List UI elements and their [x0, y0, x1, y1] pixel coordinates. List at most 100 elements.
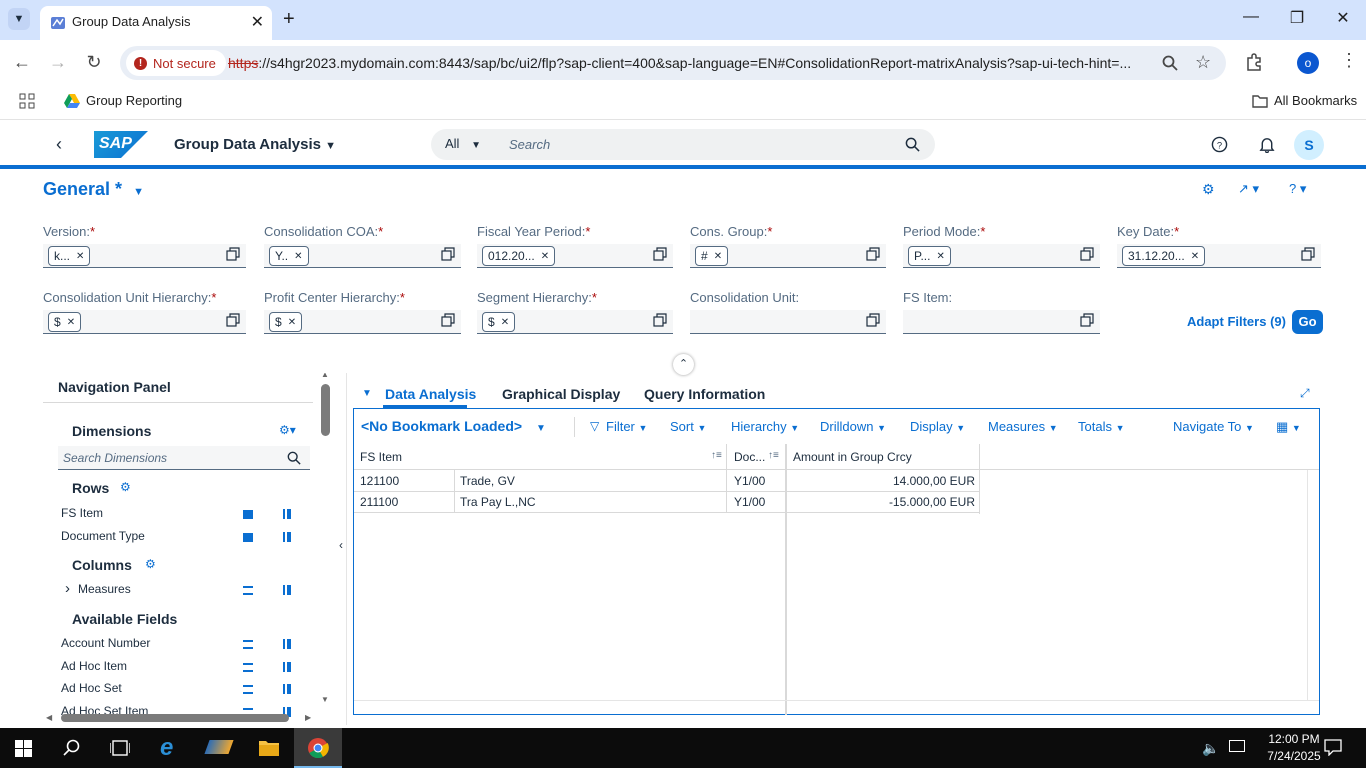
- drilldown-menu[interactable]: Drilldown ▼: [820, 419, 886, 434]
- filter-input[interactable]: [690, 310, 886, 334]
- filter-input[interactable]: $ ✕: [264, 310, 461, 334]
- sap-logo[interactable]: SAP: [94, 131, 148, 158]
- sort-icon[interactable]: ↑≡: [711, 450, 722, 461]
- value-help-icon[interactable]: [1080, 313, 1094, 327]
- filter-input[interactable]: [903, 310, 1100, 334]
- scroll-thumb-horizontal[interactable]: [61, 714, 289, 722]
- search-scope-select[interactable]: All ▼: [445, 136, 481, 151]
- remove-token-icon[interactable]: ✕: [76, 251, 84, 262]
- filter-token[interactable]: P... ✕: [908, 246, 951, 266]
- add-to-columns-icon[interactable]: [283, 532, 291, 542]
- filter-input[interactable]: P... ✕: [903, 244, 1100, 268]
- adapt-filters-button[interactable]: Adapt Filters (9): [1187, 314, 1286, 329]
- filter-token[interactable]: k... ✕: [48, 246, 91, 266]
- splitter-collapse-icon[interactable]: ‹: [339, 538, 343, 552]
- tab-search-button[interactable]: ▼: [8, 8, 30, 30]
- scroll-down-icon[interactable]: ▼: [321, 695, 329, 704]
- dimension-field[interactable]: Account Number: [61, 636, 150, 650]
- value-help-icon[interactable]: [226, 247, 240, 261]
- add-to-rows-icon[interactable]: [243, 533, 253, 542]
- chevron-down-icon[interactable]: ▼: [362, 388, 372, 399]
- search-input[interactable]: Search: [509, 137, 550, 152]
- filter-input[interactable]: k... ✕: [43, 244, 246, 268]
- close-tab-icon[interactable]: ✕: [251, 12, 264, 32]
- vertical-scrollbar[interactable]: ▲ ▼: [321, 373, 331, 713]
- columns-settings-icon[interactable]: ⚙: [145, 557, 156, 571]
- shell-search[interactable]: All ▼ Search: [431, 129, 935, 160]
- fullscreen-icon[interactable]: ⤢: [1300, 386, 1310, 401]
- dimensions-settings-icon[interactable]: ⚙▾: [279, 423, 296, 437]
- dimension-field[interactable]: FS Item: [61, 506, 103, 520]
- apps-grid-icon[interactable]: [19, 93, 35, 109]
- help-menu-icon[interactable]: ? ▾: [1289, 181, 1306, 197]
- not-secure-chip[interactable]: ! Not secure: [126, 50, 226, 76]
- clock-time[interactable]: 12:00 PM: [1264, 732, 1324, 746]
- tab-query-information[interactable]: Query Information: [644, 386, 765, 402]
- dimension-field[interactable]: Measures: [78, 582, 131, 596]
- table-row[interactable]: 121100 Trade, GV Y1/00 14.000,00 EUR: [354, 470, 980, 492]
- table-row[interactable]: 211100 Tra Pay L.,NC Y1/00 -15.000,00 EUR: [354, 491, 980, 513]
- value-help-icon[interactable]: [441, 313, 455, 327]
- internet-explorer-icon[interactable]: e: [160, 734, 173, 762]
- navigate-to-menu[interactable]: Navigate To ▼: [1173, 419, 1254, 434]
- app-icon[interactable]: [204, 740, 234, 754]
- add-to-rows-icon[interactable]: [243, 586, 253, 595]
- scroll-right-icon[interactable]: ▶: [305, 713, 311, 722]
- dimension-field[interactable]: Ad Hoc Item: [61, 659, 127, 673]
- rows-settings-icon[interactable]: ⚙: [120, 480, 131, 494]
- filter-input[interactable]: # ✕: [690, 244, 886, 268]
- sort-menu[interactable]: Sort ▼: [670, 419, 706, 434]
- settings-icon[interactable]: ⚙: [1202, 181, 1215, 198]
- filter-token[interactable]: 31.12.20... ✕: [1122, 246, 1206, 266]
- filter-input[interactable]: 31.12.20... ✕: [1117, 244, 1321, 268]
- filter-input[interactable]: 012.20... ✕: [477, 244, 673, 268]
- remove-token-icon[interactable]: ✕: [936, 251, 944, 262]
- value-help-icon[interactable]: [653, 247, 667, 261]
- scroll-thumb[interactable]: [321, 384, 330, 436]
- scroll-left-icon[interactable]: ◀: [46, 713, 52, 722]
- bookmark-menu[interactable]: <No Bookmark Loaded> ▼: [361, 418, 546, 434]
- export-menu-icon[interactable]: ▦ ▼: [1276, 419, 1301, 435]
- help-icon[interactable]: ?: [1211, 136, 1228, 153]
- app-title-menu[interactable]: Group Data Analysis ▼: [174, 136, 336, 153]
- value-help-icon[interactable]: [866, 247, 880, 261]
- zoom-icon[interactable]: [1162, 55, 1178, 71]
- notification-center-icon[interactable]: [1324, 739, 1342, 756]
- remove-token-icon[interactable]: ✕: [501, 317, 509, 328]
- value-help-icon[interactable]: [1080, 247, 1094, 261]
- filter-input[interactable]: Y.. ✕: [264, 244, 461, 268]
- bookmark-star-icon[interactable]: ☆: [1195, 52, 1211, 73]
- value-help-icon[interactable]: [226, 313, 240, 327]
- profile-avatar[interactable]: o: [1297, 52, 1319, 74]
- close-window-button[interactable]: ✕: [1328, 8, 1358, 28]
- splitter[interactable]: [346, 373, 347, 725]
- value-help-icon[interactable]: [653, 313, 667, 327]
- add-to-rows-icon[interactable]: [243, 662, 253, 672]
- filter-token[interactable]: # ✕: [695, 246, 729, 266]
- filter-token[interactable]: $ ✕: [482, 312, 516, 332]
- add-to-rows-icon[interactable]: [243, 640, 253, 649]
- user-avatar[interactable]: S: [1294, 130, 1324, 160]
- new-tab-button[interactable]: +: [283, 8, 295, 31]
- value-help-icon[interactable]: [866, 313, 880, 327]
- filter-input[interactable]: $ ✕: [43, 310, 246, 334]
- horizontal-scrollbar[interactable]: ◀ ▶: [43, 713, 315, 723]
- filter-token[interactable]: 012.20... ✕: [482, 246, 556, 266]
- value-help-icon[interactable]: [441, 247, 455, 261]
- browser-tab[interactable]: Group Data Analysis ✕: [40, 6, 272, 40]
- dimensions-search[interactable]: Search Dimensions: [58, 446, 310, 470]
- chrome-menu-icon[interactable]: ⋮: [1340, 50, 1358, 71]
- filter-input[interactable]: $ ✕: [477, 310, 673, 334]
- add-to-columns-icon[interactable]: [283, 509, 291, 519]
- notifications-icon[interactable]: [1259, 136, 1275, 153]
- sort-icon[interactable]: ↑≡: [768, 450, 779, 461]
- remove-token-icon[interactable]: ✕: [714, 251, 722, 262]
- forward-icon[interactable]: →: [46, 52, 70, 73]
- chrome-taskbar-button[interactable]: [294, 728, 342, 768]
- network-icon[interactable]: [1229, 740, 1245, 752]
- dimension-field[interactable]: Ad Hoc Set: [61, 681, 122, 695]
- search-icon[interactable]: [63, 739, 81, 757]
- column-header-document[interactable]: Doc...: [734, 450, 765, 464]
- back-icon[interactable]: ←: [10, 52, 34, 73]
- column-header-fs-item[interactable]: FS Item: [360, 450, 402, 464]
